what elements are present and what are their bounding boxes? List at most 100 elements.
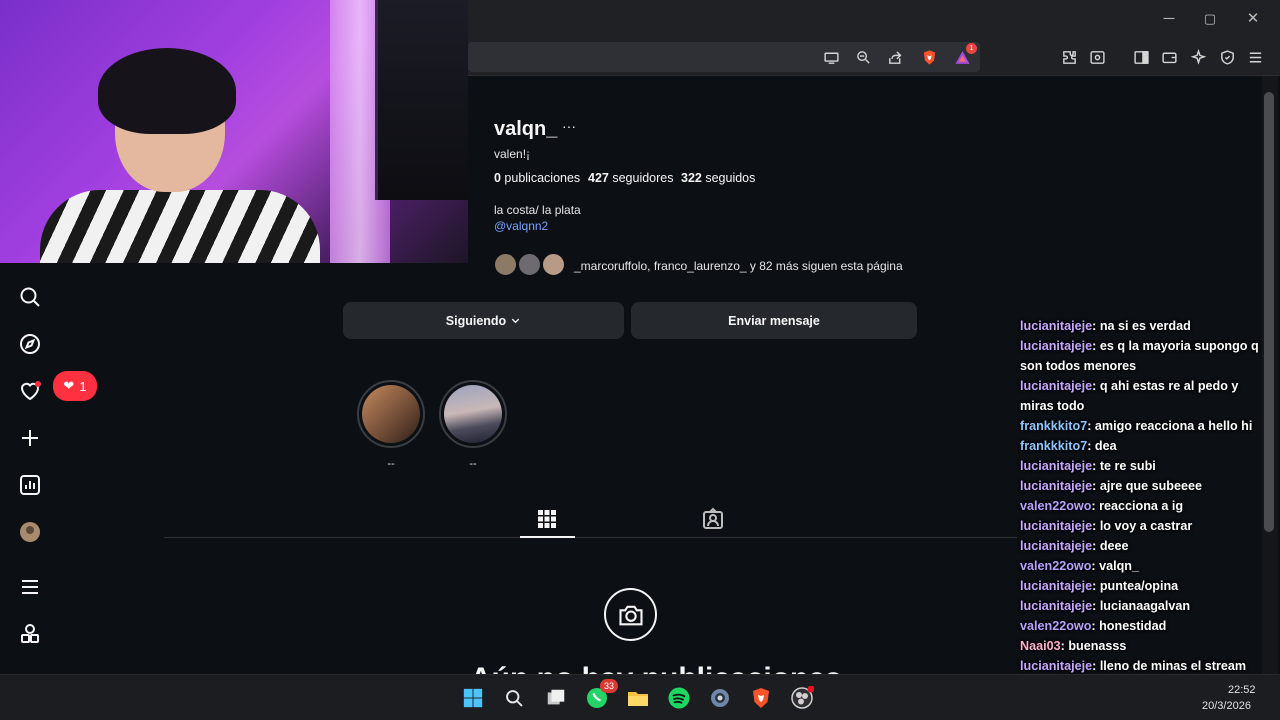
tab-tagged-icon[interactable] [701,507,725,531]
screen: ─ ▢ ✕ 1 ❤ 1 valqn_ ··· valen!¡ 0 publica… [0,0,1280,720]
clock-time[interactable]: 22:52 [1228,684,1256,696]
webcam-shirt [40,190,320,263]
chat-message: frankkkito7: dea [1020,436,1275,456]
story-highlight[interactable] [439,380,507,448]
webcam-hair [98,48,236,134]
chat-separator: : [1092,519,1100,533]
clock-date[interactable]: 20/3/2026 [1202,700,1251,712]
wallet-icon[interactable] [1158,46,1180,68]
chat-separator: : [1092,459,1100,473]
chat-username: Naai03 [1020,639,1061,653]
chat-text: te re subi [1099,459,1156,473]
extensions-icon[interactable] [1058,46,1080,68]
chat-separator: : [1092,339,1100,353]
chat-username: valen22owo [1020,619,1092,633]
chat-separator: : [1092,379,1100,393]
following-button[interactable]: Siguiendo [343,302,624,339]
active-tab-indicator [520,536,575,538]
profile-options-button[interactable]: ··· [562,118,576,134]
chat-text: deee [1099,539,1129,553]
minimize-button[interactable]: ─ [1158,8,1180,30]
obs-studio-icon[interactable] [787,683,817,713]
also-from-meta-icon[interactable] [18,622,44,648]
rewards-badge: 1 [966,43,977,54]
chat-message: lucianitajeje: ajre que subeeee [1020,476,1275,496]
chat-username: lucianitajeje [1020,339,1093,353]
windows-start-icon[interactable] [458,683,488,713]
chat-text: honestidad [1099,619,1167,633]
chat-message: valen22owo: reacciona a ig [1020,496,1275,516]
story-highlight[interactable] [357,380,425,448]
explore-icon[interactable] [18,332,44,358]
reader-icon[interactable] [1086,46,1108,68]
profile-full-name: valen!¡ [494,147,531,161]
chat-message: lucianitajeje: lleno de minas el stream [1020,656,1275,676]
chat-text: valqn_ [1099,559,1140,573]
threads-link[interactable]: @valqnn2 [494,219,548,233]
chat-text: reacciona a ig [1099,499,1184,513]
leo-ai-icon[interactable] [1187,46,1209,68]
chat-username: frankkkito7 [1020,419,1088,433]
create-icon[interactable] [18,426,44,452]
following-count[interactable]: 322 seguidos [681,171,755,185]
profile-avatar[interactable] [18,520,44,546]
notification-pill[interactable]: ❤ 1 [53,371,97,401]
chat-username: frankkkito7 [1020,439,1088,453]
chat-message: frankkkito7: amigo reacciona a hello hi [1020,416,1275,436]
chat-text: amigo reacciona a hello hi [1094,419,1253,433]
chat-username: lucianitajeje [1020,479,1093,493]
settings-gear-icon[interactable] [705,683,735,713]
instagram-sidebar [0,263,62,673]
brave-browser-icon[interactable] [746,683,776,713]
followed-by-text[interactable]: _marcoruffolo, franco_laurenzo_ y 82 más… [574,259,903,273]
taskbar-search-icon[interactable] [499,683,529,713]
chat-separator: : [1092,659,1100,673]
chat-text: lo voy a castrar [1099,519,1193,533]
chat-separator: : [1087,419,1095,433]
chat-message: lucianitajeje: na si es verdad [1020,316,1275,336]
cast-icon[interactable] [820,46,842,68]
no-posts-camera-icon [604,588,657,641]
profile-username: valqn_ [494,118,558,140]
vpn-shield-icon[interactable] [1216,46,1238,68]
more-menu-icon[interactable] [18,575,44,601]
chat-text: dea [1094,439,1117,453]
chat-separator: : [1091,499,1100,513]
task-view-icon[interactable] [541,683,571,713]
chat-message: lucianitajeje: q ahi estas re al pedo y … [1020,376,1275,416]
profile-bio: la costa/ la plata [494,203,581,217]
notifications-heart-icon[interactable] [18,379,44,405]
follower-avatar [493,252,518,277]
webcam-window [375,0,468,200]
sidebar-icon[interactable] [1130,46,1152,68]
send-message-button[interactable]: Enviar mensaje [631,302,917,339]
close-button[interactable]: ✕ [1242,8,1264,30]
chat-message: lucianitajeje: es q la mayoria supongo q… [1020,336,1275,376]
chat-username: lucianitajeje [1020,459,1093,473]
chat-separator: : [1091,619,1100,633]
tab-posts-grid-icon[interactable] [535,507,559,531]
brave-shields-icon[interactable] [918,46,940,68]
file-explorer-icon[interactable] [623,683,653,713]
chat-separator: : [1091,559,1100,573]
dashboard-icon[interactable] [18,473,44,499]
heart-icon: ❤ [63,378,75,393]
windows-taskbar: 33 [0,674,1280,720]
share-icon[interactable] [884,46,906,68]
notification-count: 1 [79,378,87,394]
search-icon[interactable] [18,285,44,311]
brave-rewards-icon[interactable]: 1 [951,43,977,68]
chat-username: valen22owo [1020,559,1092,573]
menu-icon[interactable] [1244,46,1266,68]
chat-separator: : [1092,579,1100,593]
posts-count: 0 publicaciones [494,171,581,185]
spotify-icon[interactable] [664,683,694,713]
zoom-icon[interactable] [852,46,874,68]
followers-count[interactable]: 427 seguidores [588,171,673,185]
whatsapp-icon[interactable]: 33 [582,679,618,713]
chat-message: lucianitajeje: deee [1020,536,1275,556]
highlight-cover [362,385,420,443]
maximize-button[interactable]: ▢ [1199,8,1221,30]
highlight-label: -- [469,458,477,470]
chat-text: lleno de minas el stream [1099,659,1247,673]
